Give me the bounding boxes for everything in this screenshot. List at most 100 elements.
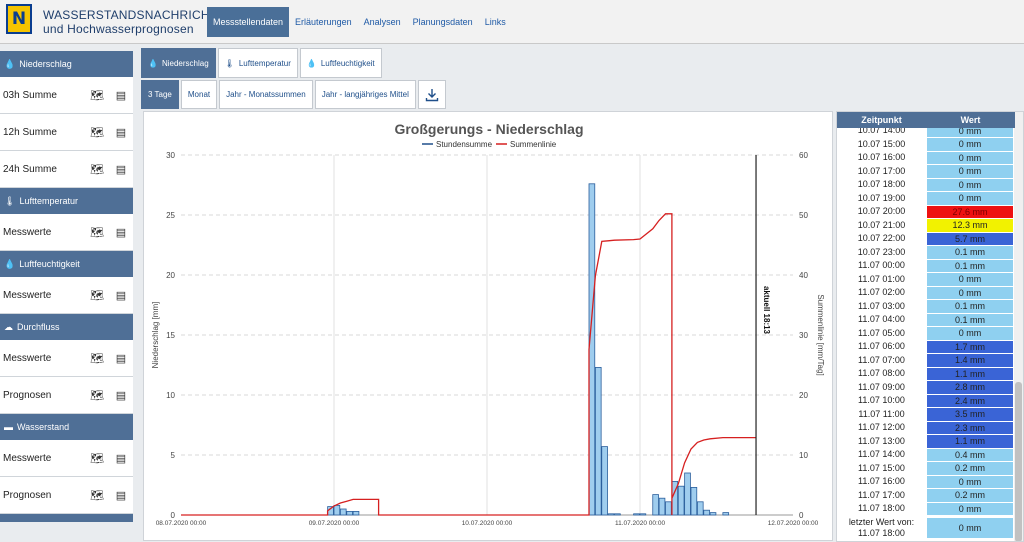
- tab-monat[interactable]: Monat: [180, 80, 218, 109]
- tab-3-tage[interactable]: 3 Tage: [141, 80, 179, 109]
- chart-title: Großgerungs - Niederschlag: [394, 121, 583, 137]
- tab-jahr-langjaehriges-mittel[interactable]: Jahr - langjähriges Mittel: [314, 80, 416, 109]
- table-row: 11.07 14:00 0.4 mm: [837, 448, 1015, 462]
- site-title-line2: und Hochwasserprognosen: [43, 22, 194, 36]
- table-icon[interactable]: ▤: [109, 452, 133, 465]
- table-icon[interactable]: ▤: [109, 389, 133, 402]
- map-icon[interactable]: 🗺: [85, 89, 109, 102]
- table-row: 10.07 18:00 0 mm: [837, 178, 1015, 192]
- y-tick-label: 25: [166, 211, 175, 220]
- map-icon[interactable]: 🗺: [85, 226, 109, 239]
- y2-tick-label: 20: [799, 391, 808, 400]
- table-row: 10.07 23:00 0.1 mm: [837, 246, 1015, 260]
- current-time-label: aktuell 18:13: [762, 286, 771, 335]
- precip-bar: [588, 183, 596, 516]
- column-header-wert[interactable]: Wert: [926, 112, 1015, 128]
- map-icon[interactable]: 🗺: [85, 352, 109, 365]
- cell-wert: 0 mm: [927, 502, 1013, 515]
- noe-logo[interactable]: N: [6, 4, 32, 34]
- download-icon: [425, 88, 439, 101]
- sidebar-item-24h-summe[interactable]: 24h Summe 🗺 ▤: [0, 151, 133, 188]
- sidebar-section-wasserstand[interactable]: ▬ Wasserstand: [0, 414, 133, 440]
- y2-tick-label: 50: [799, 211, 808, 220]
- cell-zeitpunkt: 11.07 06:00: [858, 341, 905, 351]
- cell-zeitpunkt: 11.07 02:00: [858, 287, 905, 297]
- scrollbar-thumb[interactable]: [1015, 382, 1022, 541]
- table-icon[interactable]: ▤: [109, 352, 133, 365]
- cell-wert: 1.4 mm: [927, 354, 1013, 367]
- sidebar-item-lufttemperatur-messwerte[interactable]: Messwerte 🗺 ▤: [0, 214, 133, 251]
- table-icon[interactable]: ▤: [109, 126, 133, 139]
- column-header-zeitpunkt[interactable]: Zeitpunkt: [837, 112, 926, 128]
- cell-zeitpunkt: 10.07 23:00: [857, 246, 906, 257]
- table-body: 10.07 14:00 0 mm 10.07 15:00 0 mm 10.07 16:0…: [837, 124, 1015, 540]
- table-icon[interactable]: ▤: [109, 226, 133, 239]
- nav-planungsdaten[interactable]: Planungsdaten: [407, 7, 479, 37]
- table-row: 10.07 22:00 5.7 mm: [837, 232, 1015, 246]
- table-icon[interactable]: ▤: [109, 163, 133, 176]
- table-icon[interactable]: ▤: [109, 289, 133, 302]
- precip-bar: [614, 513, 621, 516]
- map-icon[interactable]: 🗺: [85, 126, 109, 139]
- cell-zeitpunkt: 10.07 19:00: [857, 192, 906, 203]
- sidebar-section-more[interactable]: [0, 514, 133, 522]
- map-icon[interactable]: 🗺: [85, 452, 109, 465]
- sidebar-item-durchfluss-messwerte[interactable]: Messwerte 🗺 ▤: [0, 340, 133, 377]
- sidebar-item-wasserstand-prognosen[interactable]: Prognosen 🗺 ▤: [0, 477, 133, 514]
- precipitation-chart[interactable]: Großgerungs - Niederschlag Stundensumme Su…: [144, 112, 834, 542]
- cell-wert: 0 mm: [927, 165, 1013, 178]
- sidebar-item-12h-summe[interactable]: 12h Summe 🗺 ▤: [0, 114, 133, 151]
- table-row: 11.07 05:00 0 mm: [837, 327, 1015, 341]
- sidebar-section-lufttemperatur[interactable]: 🌡 Lufttemperatur: [0, 188, 133, 214]
- y2-tick-label: 40: [799, 271, 808, 280]
- map-icon[interactable]: 🗺: [85, 289, 109, 302]
- download-button[interactable]: [417, 80, 446, 109]
- map-icon[interactable]: 🗺: [85, 389, 109, 402]
- table-row: 11.07 11:00 3.5 mm: [837, 408, 1015, 422]
- nav-erlaeuterungen[interactable]: Erläuterungen: [289, 7, 358, 37]
- map-icon[interactable]: 🗺: [85, 163, 109, 176]
- sidebar-item-label: 24h Summe: [3, 163, 57, 175]
- cell-zeitpunkt: 11.07 08:00: [858, 368, 905, 378]
- sidebar-section-durchfluss[interactable]: ☁ Durchfluss: [0, 314, 133, 340]
- sidebar-item-wasserstand-messwerte[interactable]: Messwerte 🗺 ▤: [0, 440, 133, 477]
- sidebar-section-title: Niederschlag: [19, 59, 72, 69]
- cell-zeitpunkt: 11.07 01:00: [858, 273, 905, 284]
- cell-zeitpunkt: 11.07 13:00: [858, 435, 905, 446]
- cell-zeitpunkt: 10.07 18:00: [857, 179, 906, 189]
- sidebar-section-niederschlag[interactable]: 💧 Niederschlag: [0, 51, 133, 77]
- tab-lufttemperatur[interactable]: 🌡 Lufttemperatur: [217, 48, 298, 78]
- table-icon[interactable]: ▤: [109, 89, 133, 102]
- cell-zeitpunkt: 11.07 04:00: [858, 314, 905, 324]
- tab-jahr-monatssummen[interactable]: Jahr - Monatssummen: [219, 80, 313, 109]
- cell-wert: 2.8 mm: [927, 381, 1013, 394]
- cell-wert: 0 mm: [927, 192, 1013, 205]
- sidebar-item-durchfluss-prognosen[interactable]: Prognosen 🗺 ▤: [0, 377, 133, 414]
- y2-axis-label: Summenlinie [mm/Tag]: [816, 294, 825, 375]
- map-icon[interactable]: 🗺: [85, 489, 109, 502]
- cell-wert: 0 mm: [927, 273, 1013, 286]
- sidebar-section-title: Luftfeuchtigkeit: [19, 259, 80, 269]
- y-tick-label: 0: [171, 511, 176, 520]
- nav-messstellendaten[interactable]: Messstellendaten: [207, 7, 290, 37]
- precip-bar: [333, 504, 341, 516]
- precip-bar: [601, 446, 608, 516]
- sidebar-item-label: Messwerte: [3, 289, 52, 301]
- sidebar-item-label: 03h Summe: [3, 89, 57, 101]
- precip-bar: [722, 512, 730, 516]
- nav-analysen[interactable]: Analysen: [358, 7, 407, 37]
- sidebar-item-luftfeuchtigkeit-messwerte[interactable]: Messwerte 🗺 ▤: [0, 277, 133, 314]
- table-scrollbar[interactable]: [1014, 112, 1023, 541]
- tab-niederschlag[interactable]: 💧 Niederschlag: [141, 48, 216, 78]
- x-tick-label: 08.07.2020 00:00: [156, 520, 207, 527]
- cell-wert: 0.1 mm: [927, 246, 1013, 259]
- cell-wert: 0 mm: [927, 138, 1013, 151]
- table-icon[interactable]: ▤: [109, 489, 133, 502]
- tab-luftfeuchtigkeit[interactable]: 💧 Luftfeuchtigkeit: [299, 48, 382, 78]
- site-title[interactable]: WASSERSTANDSNACHRICHTEN und Hochwasserpr…: [43, 8, 234, 36]
- nav-links[interactable]: Links: [479, 7, 512, 37]
- cell-wert: 0 mm: [927, 286, 1013, 299]
- sidebar-section-luftfeuchtigkeit[interactable]: 💧 Luftfeuchtigkeit: [0, 251, 133, 277]
- sidebar-item-03h-summe[interactable]: 03h Summe 🗺 ▤: [0, 77, 133, 114]
- cell-wert: 27.6 mm: [927, 205, 1013, 218]
